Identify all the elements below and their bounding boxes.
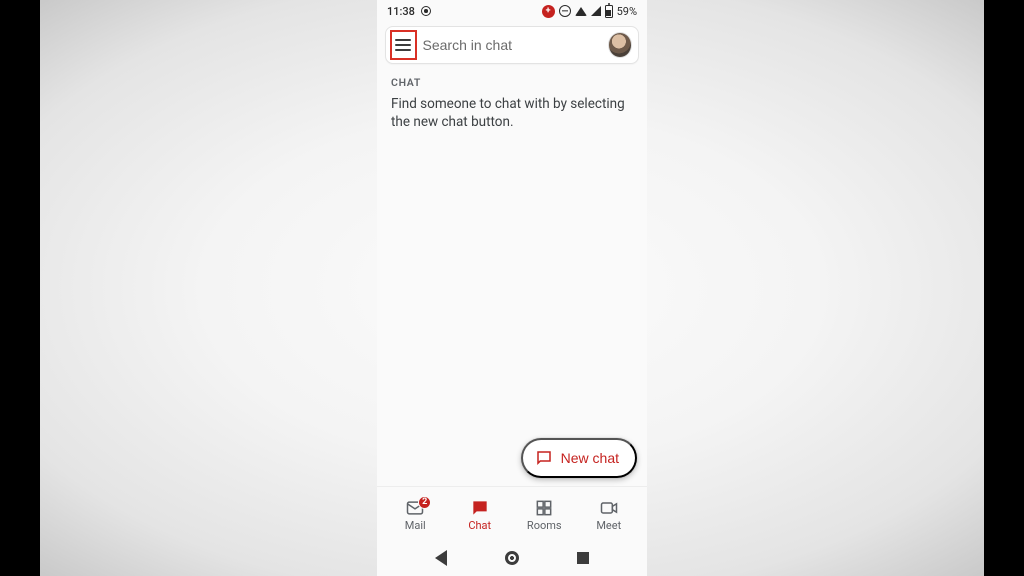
- main-content: CHAT Find someone to chat with by select…: [377, 70, 647, 486]
- cell-signal-icon: [591, 6, 601, 16]
- pillarbox-right: [984, 0, 1024, 576]
- system-home-button[interactable]: [505, 551, 519, 565]
- nav-label-meet: Meet: [596, 519, 621, 532]
- battery-icon: [605, 5, 613, 18]
- bottom-nav: 2 Mail Chat Rooms Meet: [377, 486, 647, 540]
- status-notification-badge: +: [542, 5, 555, 18]
- new-chat-button[interactable]: New chat: [521, 438, 637, 478]
- search-bar-container: [377, 22, 647, 70]
- hamburger-highlight-box: [390, 30, 417, 60]
- rooms-icon: [534, 498, 554, 518]
- new-chat-label: New chat: [561, 450, 619, 466]
- profile-avatar[interactable]: [608, 32, 633, 58]
- nav-label-rooms: Rooms: [527, 519, 562, 532]
- hamburger-menu-icon[interactable]: [395, 39, 411, 51]
- mail-badge: 2: [418, 496, 431, 509]
- system-back-button[interactable]: [435, 550, 447, 566]
- video-icon: [599, 498, 619, 518]
- chat-icon: [470, 498, 490, 518]
- nav-item-rooms[interactable]: Rooms: [512, 498, 577, 532]
- phone-frame: 11:38 + 59% CHAT Find someone to chat wi…: [377, 0, 647, 576]
- status-screenshot-icon: [421, 6, 431, 16]
- status-bar: 11:38 + 59%: [377, 0, 647, 22]
- search-input[interactable]: [421, 37, 604, 53]
- nav-label-mail: Mail: [405, 519, 426, 532]
- chat-bubble-icon: [535, 449, 553, 467]
- nav-label-chat: Chat: [468, 519, 491, 532]
- dnd-icon: [559, 5, 571, 17]
- section-label-chat: CHAT: [391, 76, 633, 89]
- nav-item-meet[interactable]: Meet: [577, 498, 642, 532]
- wifi-icon: [575, 7, 587, 16]
- system-nav-bar: [377, 540, 647, 576]
- system-recents-button[interactable]: [577, 552, 589, 564]
- pillarbox-left: [0, 0, 40, 576]
- nav-item-chat[interactable]: Chat: [448, 498, 513, 532]
- status-clock: 11:38: [387, 5, 415, 18]
- search-bar: [385, 26, 639, 64]
- empty-state-message: Find someone to chat with by selecting t…: [391, 95, 633, 131]
- battery-percent: 59%: [617, 5, 637, 18]
- nav-item-mail[interactable]: 2 Mail: [383, 498, 448, 532]
